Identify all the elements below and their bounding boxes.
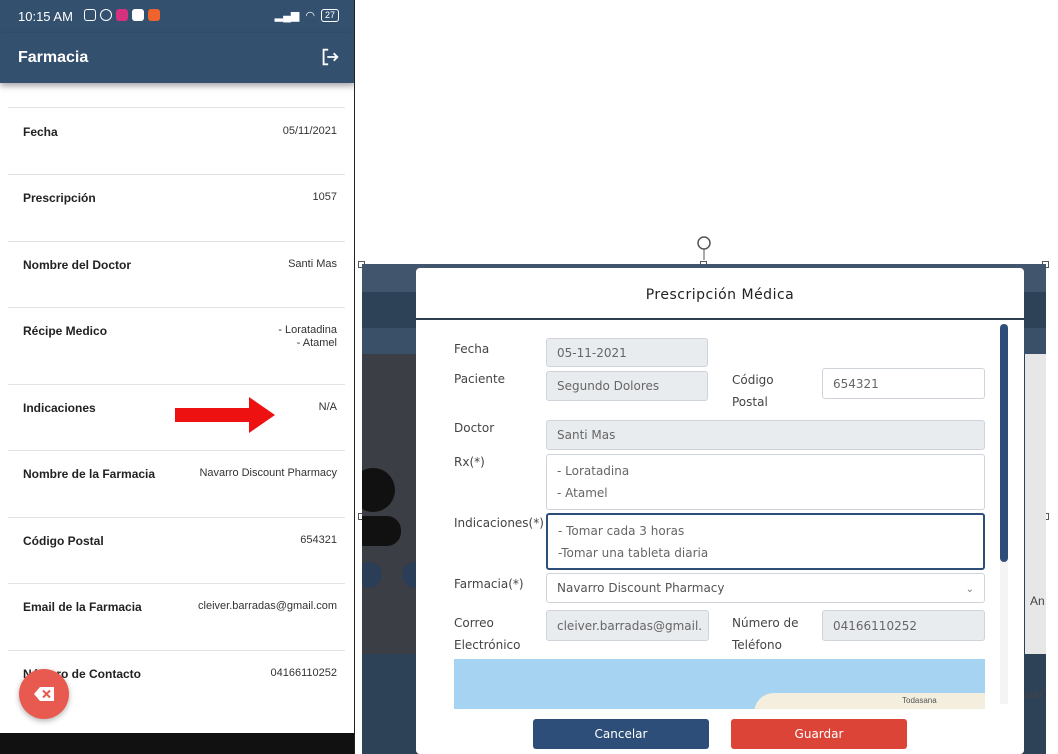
detail-row-recipe: Récipe Medico - Loratadina - Atamel [8, 307, 345, 384]
user-avatar-icon [362, 468, 401, 546]
logout-icon[interactable] [319, 46, 341, 68]
signal-icon: ▂▄▆ [274, 10, 300, 22]
detail-row-doctor: Nombre del Doctor Santi Mas [8, 241, 345, 307]
correo-field[interactable]: cleiver.barradas@gmail. [546, 610, 709, 641]
farmacia-label: Farmacia(*) [454, 577, 524, 591]
detail-label: Fecha [23, 125, 58, 139]
modal-title: Prescripción Médica [416, 268, 1024, 320]
modal-footer: Cancelar Guardar [416, 709, 1024, 754]
wifi-icon: ◠ [305, 10, 315, 22]
detail-label: Email de la Farmacia [23, 600, 142, 614]
paciente-field[interactable]: Segundo Dolores [546, 371, 708, 401]
codigo-postal-label: Código Postal [732, 373, 774, 409]
instagram-icon [116, 9, 128, 21]
fecha-value: 05-11-2021 [557, 345, 627, 360]
codigo-postal-value: 654321 [833, 376, 879, 391]
background-right-panel [1025, 354, 1046, 654]
fecha-label: Fecha [454, 342, 490, 356]
detail-label: Código Postal [23, 534, 104, 548]
indicaciones-line: - Tomar cada 3 horas [558, 523, 685, 538]
rx-line: - Loratadina [557, 464, 630, 478]
system-icons: ▂▄▆ ◠ 27 [275, 9, 339, 22]
telefono-field[interactable]: 04166110252 [822, 610, 985, 641]
detail-value: Santi Mas [288, 258, 337, 270]
background-text: uar [1026, 687, 1044, 701]
detail-label: Prescripción [23, 191, 96, 205]
detail-value: 04166110252 [270, 667, 337, 679]
delete-fab-button[interactable] [19, 669, 69, 719]
red-arrow-icon [175, 397, 275, 433]
detail-value: 05/11/2021 [282, 125, 337, 137]
detail-value: 1057 [312, 191, 337, 203]
scrollbar-thumb[interactable] [1000, 324, 1008, 562]
embedded-screenshot: An uar Prescripción Médica Fecha 05-11-2… [362, 264, 1046, 754]
doctor-value: Santi Mas [557, 428, 616, 442]
backspace-icon [34, 687, 54, 701]
doctor-label: Doctor [454, 421, 495, 435]
detail-row-prescripcion: Prescripción 1057 [8, 174, 345, 241]
detail-value: Navarro Discount Pharmacy [199, 467, 337, 479]
prescription-modal: Prescripción Médica Fecha 05-11-2021 Pac… [416, 268, 1024, 754]
map-place-label: Todasana [902, 696, 937, 705]
rx-line: - Atamel [557, 486, 608, 500]
page-title: Farmacia [18, 49, 89, 66]
app-header: Farmacia [0, 33, 354, 83]
status-time: 10:15 AM [18, 9, 73, 24]
detail-value: cleiver.barradas@gmail.com [198, 600, 337, 612]
phone-screen: 10:15 AM ▂▄▆ ◠ 27 Farmacia Fecha 05/11/2… [0, 0, 355, 754]
telefono-label: Número de Teléfono [732, 616, 799, 652]
wifi-off-icon [84, 9, 96, 21]
fecha-field[interactable]: 05-11-2021 [546, 338, 708, 367]
rx-label: Rx(*) [454, 455, 485, 469]
telefono-value: 04166110252 [833, 618, 917, 633]
detail-value: N/A [318, 401, 337, 413]
paciente-label: Paciente [454, 372, 506, 386]
rx-textarea[interactable]: - Loratadina - Atamel [546, 454, 985, 510]
cancel-button[interactable]: Cancelar [533, 719, 709, 749]
gmail-icon [132, 9, 144, 21]
app-icon [148, 9, 160, 21]
detail-row-codigo-postal: Código Postal 654321 [8, 517, 345, 583]
correo-value: cleiver.barradas@gmail. [557, 618, 703, 633]
screenshot-root: 10:15 AM ▂▄▆ ◠ 27 Farmacia Fecha 05/11/2… [0, 0, 1058, 754]
map-land [754, 693, 985, 709]
detail-value: 654321 [300, 534, 337, 546]
correo-label: Correo Electrónico [454, 616, 521, 652]
paciente-value: Segundo Dolores [557, 379, 660, 393]
background-text: An [1030, 594, 1045, 608]
detail-label: Indicaciones [23, 401, 96, 415]
save-button[interactable]: Guardar [731, 719, 907, 749]
alarm-icon [100, 9, 112, 21]
detail-value: - Loratadina - Atamel [278, 324, 337, 349]
battery-icon: 27 [320, 9, 339, 22]
android-nav-bar [0, 733, 354, 754]
detail-row-farmacia: Nombre de la Farmacia Navarro Discount P… [8, 450, 345, 517]
detail-label: Nombre de la Farmacia [23, 467, 156, 481]
detail-label: Récipe Medico [23, 324, 108, 338]
rotate-handle-icon[interactable] [694, 234, 714, 260]
farmacia-value: Navarro Discount Pharmacy [557, 581, 725, 595]
status-bar: 10:15 AM ▂▄▆ ◠ 27 [0, 0, 354, 33]
detail-label: Nombre del Doctor [23, 258, 132, 272]
detail-row-email: Email de la Farmacia cleiver.barradas@gm… [8, 583, 345, 650]
notification-icons [84, 9, 160, 21]
indicaciones-textarea[interactable]: - Tomar cada 3 horas -Tomar una tableta … [546, 513, 985, 570]
codigo-postal-field[interactable]: 654321 [822, 368, 985, 399]
doctor-field[interactable]: Santi Mas [546, 420, 985, 450]
detail-row-fecha: Fecha 05/11/2021 [8, 107, 345, 174]
indicaciones-line: -Tomar una tableta diaria [558, 545, 709, 560]
map-preview[interactable]: Todasana [454, 659, 985, 709]
chevron-down-icon: ⌄ [965, 584, 974, 595]
farmacia-select[interactable]: Navarro Discount Pharmacy ⌄ [546, 573, 985, 603]
indicaciones-label: Indicaciones(*) [454, 516, 544, 530]
